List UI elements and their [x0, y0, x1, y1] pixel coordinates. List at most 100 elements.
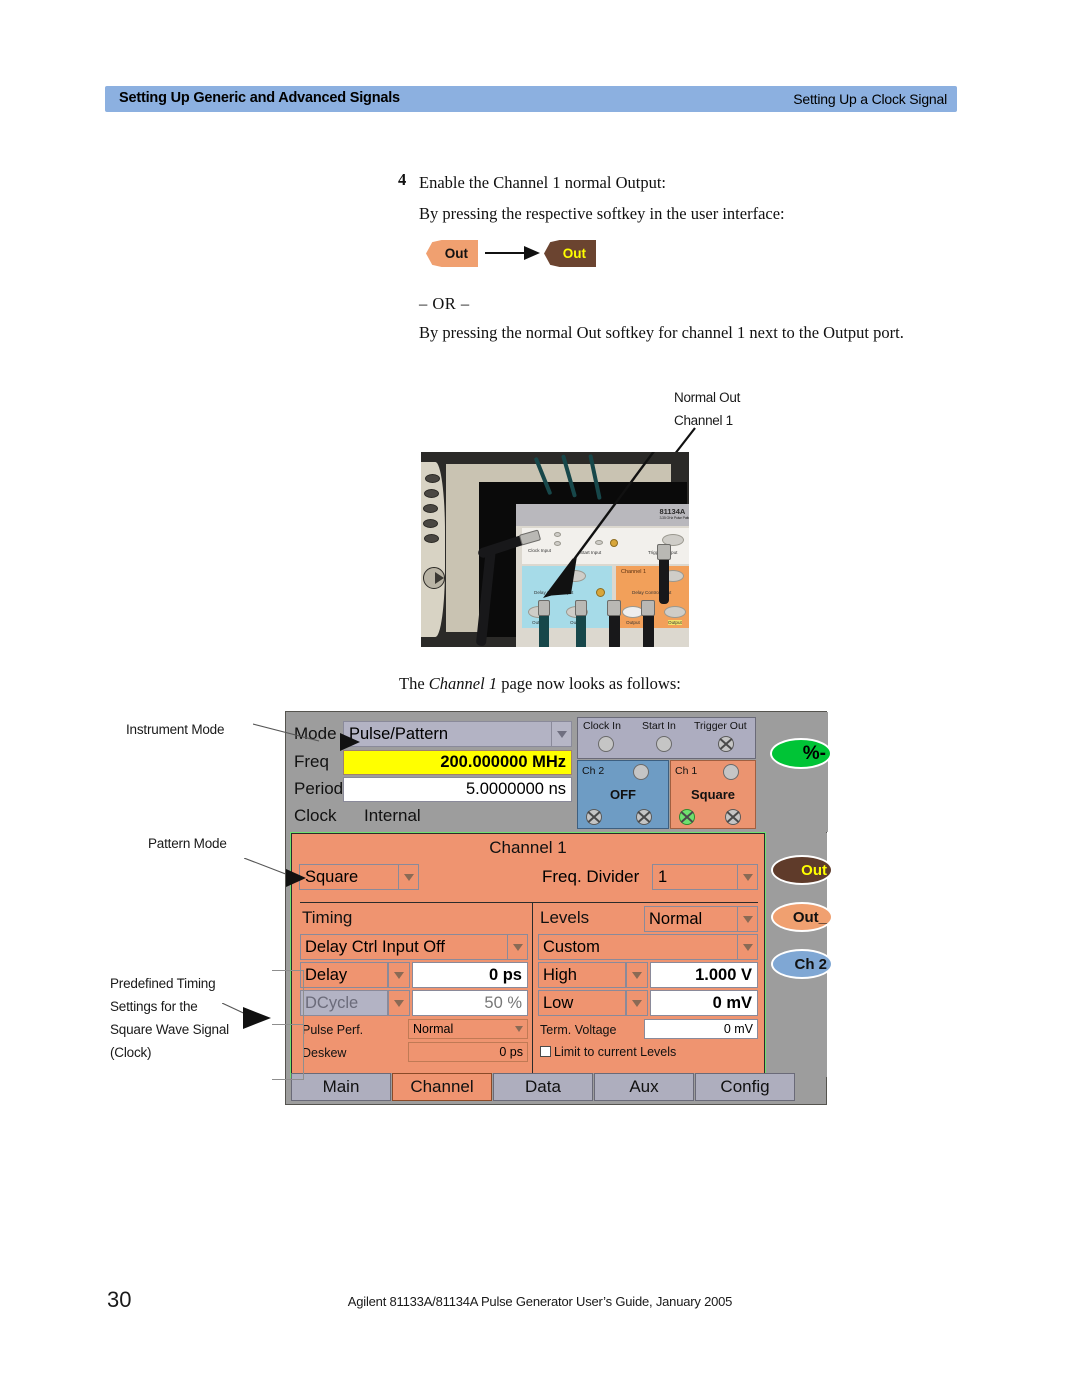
ch1-delay-connector-icon[interactable] — [723, 764, 739, 780]
ui-top-section: Mode Freq Period Clock Internal Pulse/Pa… — [286, 712, 830, 832]
instrument-ui-screenshot: Mode Freq Period Clock Internal Pulse/Pa… — [285, 711, 831, 1105]
deskew-value-field[interactable]: 0 ps — [408, 1042, 528, 1062]
label-clock: Clock — [294, 806, 337, 825]
freq-divider-dropdown[interactable]: 1 — [652, 864, 758, 890]
low-label: Low — [543, 993, 574, 1012]
connector-ch1-block: Ch 1 Square — [670, 760, 756, 829]
running-header-band: Setting Up Generic and Advanced Signals … — [105, 86, 957, 112]
dcycle-value-field: 50 % — [412, 990, 528, 1016]
delay-stepper-button[interactable] — [388, 962, 410, 988]
caption-part2: page now looks as follows: — [497, 674, 681, 693]
right-softkey-column: Out Out_ Ch 2 — [767, 833, 831, 1077]
mode-value: Pulse/Pattern — [349, 724, 449, 743]
caption-italic: Channel 1 — [428, 674, 498, 693]
mode-dropdown[interactable]: Pulse/Pattern — [343, 721, 572, 747]
label-period: Period — [294, 779, 344, 798]
predefined-timing-bracket — [272, 970, 304, 1080]
dcycle-param-label: DCycle — [300, 990, 388, 1016]
pulse-perf-value: Normal — [413, 1022, 454, 1036]
chevron-down-icon[interactable] — [398, 865, 418, 889]
low-value: 0 mV — [712, 993, 752, 1012]
delay-param-label[interactable]: Delay — [300, 962, 388, 988]
ch2-state: OFF — [610, 787, 636, 802]
tab-bar-spacer — [796, 1073, 824, 1101]
freq-divider-value: 1 — [658, 868, 668, 886]
frequency-field[interactable]: 200.000000 MHz — [343, 750, 572, 775]
label-clock-in: Clock In — [583, 720, 621, 732]
low-value-field[interactable]: 0 mV — [650, 990, 758, 1016]
high-label: High — [543, 965, 577, 984]
caption-part1: The — [399, 674, 429, 693]
section-divider-horizontal — [300, 902, 758, 903]
deskew-value: 0 ps — [499, 1045, 523, 1059]
ch2-delay-connector-icon[interactable] — [633, 764, 649, 780]
high-stepper-button[interactable] — [626, 962, 648, 988]
softkey-ch1-out[interactable]: Out — [773, 857, 831, 883]
annotation-predefined-line3: Square Wave Signal — [110, 1021, 229, 1037]
arrowhead-instrument-mode — [340, 733, 360, 751]
instrument-photo: 81134A 3.35 GHz Pulse Pattern Generator … — [421, 452, 689, 647]
document-page: Setting Up Generic and Advanced Signals … — [0, 0, 1080, 1397]
ch2-outn-disabled-icon[interactable] — [636, 809, 652, 825]
chevron-down-icon[interactable] — [737, 865, 757, 889]
waveform-shape-dropdown[interactable]: Square — [299, 864, 419, 890]
period-field[interactable]: 5.0000000 ns — [343, 777, 572, 802]
chevron-down-icon[interactable] — [511, 1020, 527, 1038]
start-in-connector-icon[interactable] — [656, 736, 672, 752]
header-topic-title: Setting Up a Clock Signal — [793, 91, 947, 107]
delay-ctrl-input-dropdown[interactable]: Delay Ctrl Input Off — [300, 934, 528, 960]
levels-mode-value: Normal — [649, 909, 703, 928]
trigger-out-disabled-icon[interactable] — [718, 736, 734, 752]
softkey-out-inactive: Out — [426, 240, 478, 267]
label-freq: Freq — [294, 752, 329, 771]
term-voltage-label: Term. Voltage — [540, 1023, 617, 1037]
connector-status-map: Clock In Start In Trigger Out Ch 2 OFF C… — [577, 717, 756, 830]
low-stepper-button[interactable] — [626, 990, 648, 1016]
annotation-predefined-line1: Predefined Timing — [110, 976, 216, 991]
ch2-out-disabled-icon[interactable] — [586, 809, 602, 825]
annotation-pattern-mode: Pattern Mode — [148, 836, 227, 851]
clock-in-connector-icon[interactable] — [598, 736, 614, 752]
channel-title: Channel 1 — [489, 838, 567, 857]
delay-ctrl-input-value: Delay Ctrl Input Off — [305, 937, 446, 956]
limit-levels-checkbox[interactable] — [540, 1046, 551, 1057]
pulse-perf-dropdown[interactable]: Normal — [408, 1019, 528, 1039]
connector-inputs-row: Clock In Start In Trigger Out — [577, 717, 756, 759]
softkey-ch2[interactable]: Ch 2 — [773, 951, 831, 977]
high-value-field[interactable]: 1.000 V — [650, 962, 758, 988]
value-clock-source: Internal — [364, 806, 421, 825]
chevron-down-icon[interactable] — [551, 722, 571, 746]
instruction-output-port: By pressing the normal Out softkey for c… — [419, 323, 904, 342]
photo-callout-line1: Normal Out — [674, 390, 741, 405]
tab-channel[interactable]: Channel — [392, 1073, 492, 1101]
ch1-state: Square — [690, 787, 736, 802]
tab-aux[interactable]: Aux — [594, 1073, 694, 1101]
annotation-predefined-line4: (Clock) — [110, 1044, 152, 1060]
levels-mode-dropdown[interactable]: Normal — [644, 906, 758, 932]
ch1-outn-disabled-icon[interactable] — [725, 809, 741, 825]
levels-preset-dropdown[interactable]: Custom — [538, 934, 758, 960]
delay-value: 0 ps — [488, 965, 522, 984]
deskew-label: Deskew — [302, 1046, 347, 1060]
low-param-label[interactable]: Low — [538, 990, 626, 1016]
chevron-down-icon[interactable] — [507, 935, 527, 959]
pulse-perf-label: Pulse Perf. — [302, 1023, 364, 1037]
transition-arrow-head — [524, 246, 540, 260]
dcycle-label: DCycle — [305, 993, 359, 1012]
levels-preset-value: Custom — [543, 937, 600, 956]
tab-data[interactable]: Data — [493, 1073, 593, 1101]
delay-value-field[interactable]: 0 ps — [412, 962, 528, 988]
term-voltage-field[interactable]: 0 mV — [644, 1019, 758, 1039]
limit-levels-label: Limit to current Levels — [554, 1045, 677, 1059]
high-param-label[interactable]: High — [538, 962, 626, 988]
percent-softkey[interactable]: %- — [772, 740, 830, 767]
annotation-predefined-line2: Settings for the — [110, 998, 198, 1014]
transition-arrow-shaft — [485, 252, 527, 254]
ch1-out-enabled-icon[interactable] — [679, 809, 695, 825]
chevron-down-icon[interactable] — [737, 907, 757, 931]
tab-main[interactable]: Main — [291, 1073, 391, 1101]
chevron-down-icon[interactable] — [737, 935, 757, 959]
softkey-ch1-out-inverted[interactable]: Out_ — [773, 904, 831, 930]
levels-section-title: Levels — [540, 908, 590, 927]
tab-config[interactable]: Config — [695, 1073, 795, 1101]
